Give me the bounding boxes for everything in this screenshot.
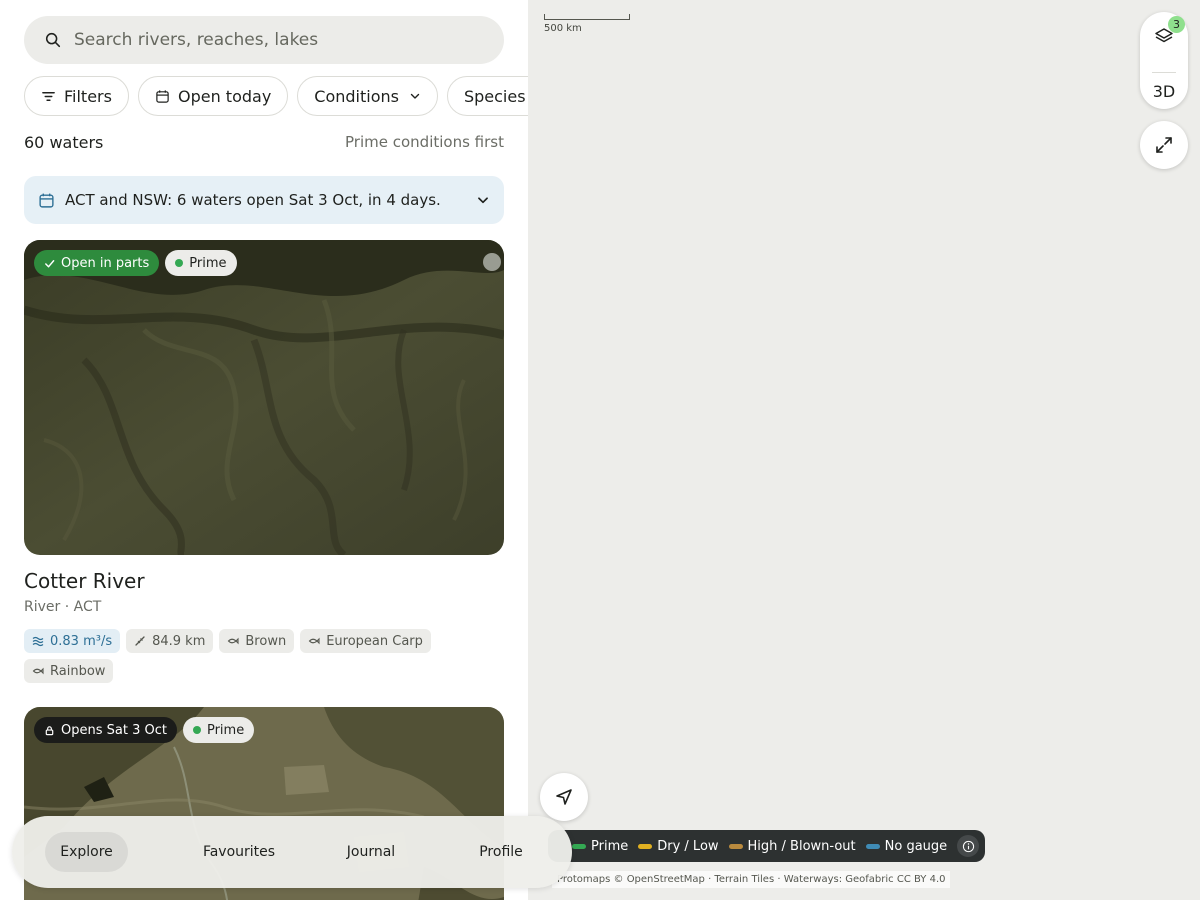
layers-count-badge: 3 — [1168, 16, 1185, 33]
water-title[interactable]: Cotter River — [24, 569, 145, 593]
legend-swatch — [572, 843, 586, 849]
map-legend: Prime Dry / Low High / Blown-out No gaug… — [548, 830, 986, 862]
filter-chip-row: Filters Open today Conditions Species — [24, 76, 528, 116]
sort-selector[interactable]: Prime conditions first — [345, 133, 504, 151]
legend-label: High / Blown-out — [747, 838, 856, 854]
condition-badge-label: Prime — [206, 722, 245, 738]
control-divider — [1152, 72, 1176, 73]
flow-tag: 0.83 m³/s — [24, 629, 121, 653]
calendar-icon — [39, 193, 54, 208]
legend-swatch — [638, 843, 653, 849]
length-tag: 84.9 km — [126, 629, 214, 653]
fish-icon — [32, 667, 44, 675]
legend-item-prime: Prime — [572, 839, 628, 854]
nav-tab-profile[interactable]: Profile — [467, 832, 535, 872]
water-card-image[interactable]: Open in parts Prime — [24, 240, 504, 555]
check-icon — [45, 259, 55, 267]
condition-badge: Prime — [165, 250, 237, 276]
flow-icon — [32, 636, 44, 647]
scale-bar — [544, 14, 630, 20]
flow-tag-label: 0.83 m³/s — [50, 633, 113, 649]
info-icon — [962, 840, 974, 852]
legend-label: Dry / Low — [657, 838, 719, 854]
card-badges: Opens Sat 3 Oct Prime — [34, 717, 255, 743]
species-dropdown[interactable]: Species — [446, 76, 528, 116]
condition-badge-label: Prime — [189, 255, 227, 271]
condition-dot — [175, 259, 184, 267]
fullscreen-button[interactable] — [1140, 121, 1188, 169]
open-today-chip-label: Open today — [177, 86, 272, 106]
map-view[interactable]: 500 km 3 3D Prime Dry / Low High / Blown… — [528, 0, 1200, 900]
map-attribution[interactable]: Protomaps © OpenStreetMap · Terrain Tile… — [552, 871, 951, 888]
chevron-down-icon — [410, 93, 420, 99]
lock-icon — [45, 725, 54, 735]
species-tag: Brown — [219, 629, 295, 653]
legend-item-dry-low: Dry / Low — [638, 838, 719, 854]
locate-button[interactable] — [540, 773, 588, 821]
opening-banner[interactable]: ACT and NSW: 6 waters open Sat 3 Oct, in… — [24, 176, 504, 224]
results-summary: 60 waters Prime conditions first — [24, 131, 504, 153]
length-tag-label: 84.9 km — [152, 633, 206, 649]
open-today-chip[interactable]: Open today — [137, 76, 289, 116]
legend-item-high: High / Blown-out — [728, 838, 856, 854]
status-badge: Opens Sat 3 Oct — [34, 717, 177, 743]
banner-text: ACT and NSW: 6 waters open Sat 3 Oct, in… — [65, 191, 441, 209]
condition-badge: Prime — [182, 717, 255, 743]
filter-icon — [42, 91, 55, 101]
status-badge-label: Open in parts — [61, 255, 150, 271]
legend-label: No gauge — [884, 838, 948, 854]
calendar-icon — [156, 89, 169, 103]
legend-swatch — [865, 843, 880, 849]
species-tag-label: European Carp — [326, 633, 423, 649]
map-scale: 500 km — [544, 14, 630, 34]
status-badge: Open in parts — [34, 250, 160, 276]
results-count: 60 waters — [24, 132, 104, 152]
map-controls: 3 3D — [1140, 12, 1188, 109]
species-tag: European Carp — [300, 629, 431, 653]
legend-swatch — [728, 843, 743, 849]
fish-icon — [228, 637, 239, 645]
results-panel: Search rivers, reaches, lakes Filters Op… — [0, 0, 528, 900]
filters-chip[interactable]: Filters — [24, 76, 129, 116]
water-tags: 0.83 m³/s 84.9 km Brown European Carp Ra… — [24, 629, 504, 683]
navigation-arrow-icon — [556, 789, 572, 805]
species-dropdown-label: Species — [463, 86, 526, 106]
search-bar[interactable]: Search rivers, reaches, lakes — [24, 16, 504, 64]
nav-tab-journal[interactable]: Journal — [334, 832, 408, 872]
legend-item-no-gauge: No gauge — [865, 838, 948, 854]
expand-icon — [1156, 137, 1172, 153]
3d-toggle-button[interactable]: 3D — [1140, 76, 1188, 106]
nav-tab-favourites[interactable]: Favourites — [184, 832, 294, 872]
legend-info-button[interactable] — [957, 835, 980, 857]
legend-label: Prime — [591, 838, 629, 854]
satellite-image — [24, 240, 504, 555]
card-badges: Open in parts Prime — [34, 250, 237, 276]
water-subtitle: River · ACT — [24, 599, 102, 615]
filters-chip-label: Filters — [64, 86, 112, 106]
ruler-icon — [135, 636, 145, 646]
scale-label: 500 km — [544, 23, 582, 34]
species-tag: Rainbow — [24, 659, 114, 683]
species-tag-label: Rainbow — [50, 663, 106, 679]
chevron-down-icon[interactable] — [476, 193, 490, 207]
conditions-dropdown[interactable]: Conditions — [297, 76, 438, 116]
status-badge-label: Opens Sat 3 Oct — [61, 722, 167, 738]
conditions-dropdown-label: Conditions — [314, 86, 399, 106]
condition-dot — [192, 726, 201, 734]
bottom-nav: Explore Favourites Journal Profile — [12, 816, 572, 888]
nav-tab-explore[interactable]: Explore — [45, 832, 128, 872]
species-tag-label: Brown — [245, 633, 287, 649]
fish-icon — [308, 637, 320, 645]
search-icon — [45, 32, 61, 48]
search-input[interactable]: Search rivers, reaches, lakes — [74, 30, 318, 50]
